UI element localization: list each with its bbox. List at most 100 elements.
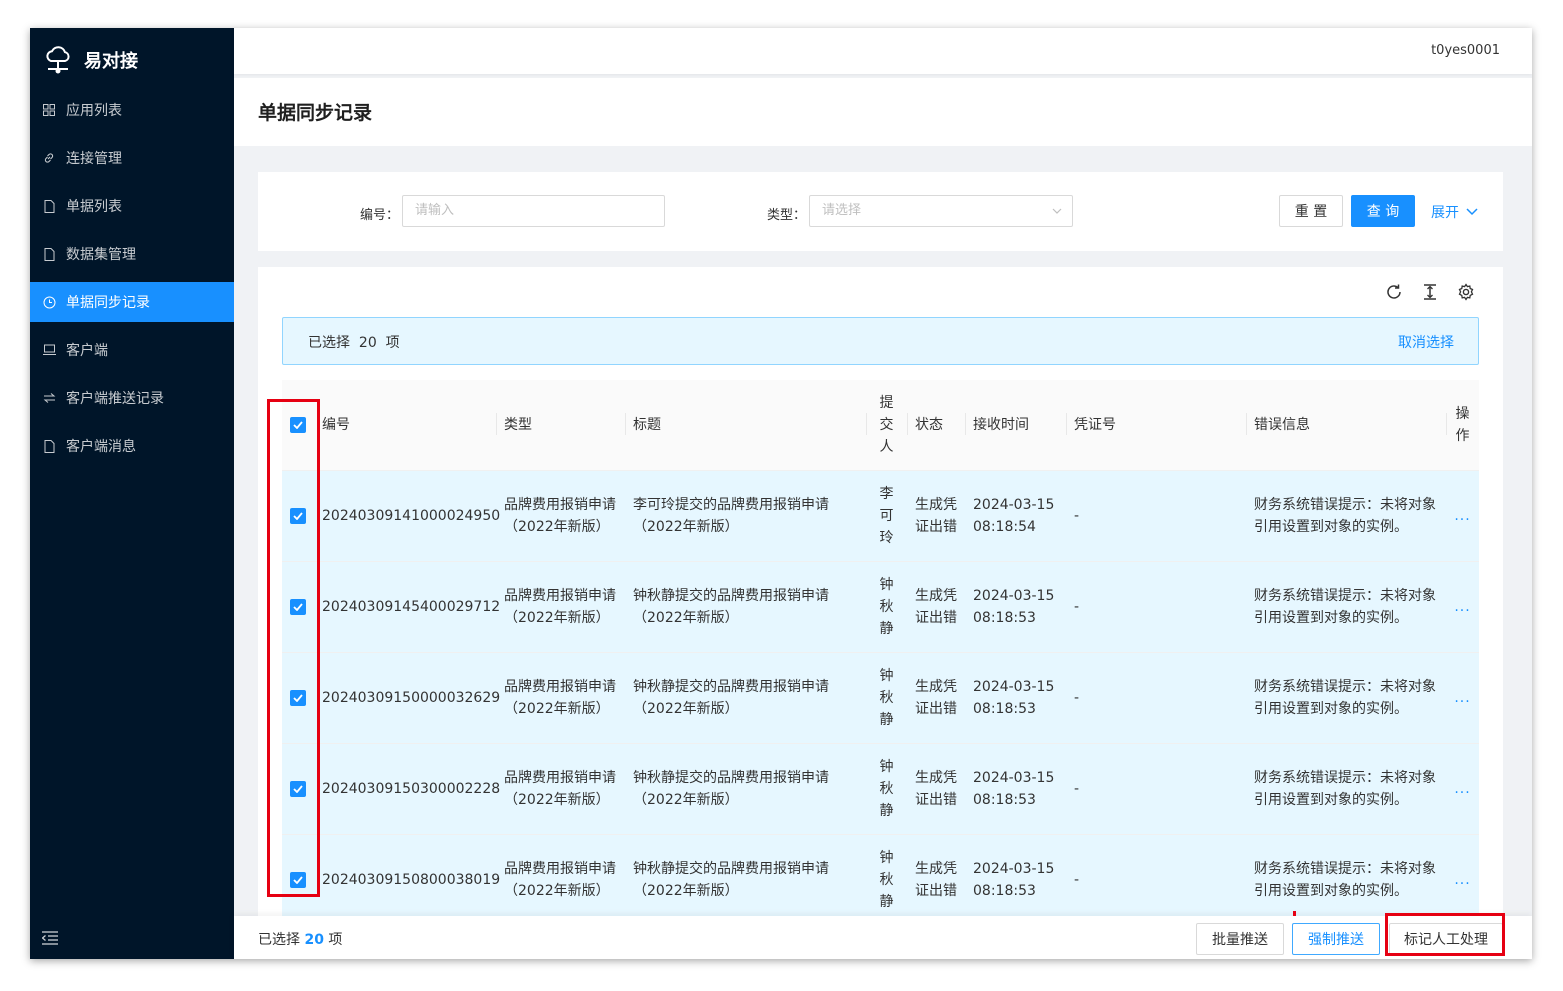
more-actions-icon[interactable]: ... (1454, 872, 1470, 888)
type-select[interactable]: 请选择 (809, 195, 1073, 227)
app-window: 易对接 应用列表 连接管理 单据列表 数据集管理 单据同步记录 客户端 客户端推… (30, 28, 1532, 959)
cell-status: 生成凭 证出错 (907, 743, 965, 835)
col-received[interactable]: 接收时间 (965, 380, 1066, 471)
cell-status: 生成凭 证出错 (907, 561, 965, 653)
code-input-placeholder: 请输入 (415, 203, 455, 218)
query-button[interactable]: 查 询 (1351, 195, 1415, 227)
cell-voucher: - (1066, 834, 1246, 926)
batch-push-button[interactable]: 批量推送 (1196, 923, 1284, 955)
sync-records-table: 编号 类型 标题 提交人 状态 接收时间 凭证号 错误信息 操作 2024030… (282, 380, 1479, 926)
cell-title: 李可玲提交的品牌费用报销申请 （2022年新版） (625, 470, 866, 562)
type-label: 类型： (767, 208, 807, 223)
selection-alert: 已选择 20 项 取消选择 (282, 317, 1479, 365)
sidebar-item-label: 应用列表 (66, 103, 122, 119)
cell-title: 钟秋静提交的品牌费用报销申请 （2022年新版） (625, 561, 866, 653)
table-toolbar (1385, 283, 1475, 301)
table-row[interactable]: 20240309150800038019 品牌费用报销申请 （2022年新版） 钟秋静… (282, 834, 1479, 926)
app-logo[interactable]: 易对接 (44, 44, 138, 76)
file-icon (42, 247, 56, 261)
reload-icon[interactable] (1385, 283, 1403, 301)
sidebar-item-label: 单据列表 (66, 199, 122, 215)
col-code[interactable]: 编号 (318, 380, 496, 471)
cell-voucher: - (1066, 743, 1246, 835)
cell-error: 财务系统错误提示：未将对象 引用设置到对象的实例。 (1246, 743, 1446, 835)
sidebar-item-label: 单据同步记录 (66, 295, 150, 311)
cell-status: 生成凭 证出错 (907, 652, 965, 744)
sidebar-item-label: 客户端 (66, 343, 108, 359)
table-row[interactable]: 20240309145400029712 品牌费用报销申请 （2022年新版） 钟秋静… (282, 561, 1479, 653)
cell-type: 品牌费用报销申请 （2022年新版） (496, 652, 625, 744)
cell-submitter: 李可玲 (866, 470, 907, 562)
more-actions-icon[interactable]: ... (1454, 599, 1470, 615)
cell-submitter: 钟秋静 (866, 743, 907, 835)
footer-selection-info: 已选择 20 项 (258, 932, 343, 948)
chevron-down-icon (1052, 208, 1062, 214)
code-input[interactable]: 请输入 (402, 195, 665, 227)
submitter-char: 静 (879, 893, 894, 910)
cell-received: 2024-03-15 08:18:53 (965, 834, 1066, 926)
col-voucher[interactable]: 凭证号 (1066, 380, 1246, 471)
swap-icon (42, 391, 56, 405)
cell-type: 品牌费用报销申请 （2022年新版） (496, 561, 625, 653)
file-icon (42, 199, 56, 213)
table-row[interactable]: 20240309150000032629 品牌费用报销申请 （2022年新版） 钟秋静… (282, 652, 1479, 744)
submitter-char: 可 (879, 507, 894, 524)
top-bar: t0yes0001 (234, 28, 1532, 74)
cell-code: 20240309150300002228 (318, 743, 500, 835)
cell-code: 20240309141000024950 (318, 470, 500, 562)
sidebar-menu: 应用列表 连接管理 单据列表 数据集管理 单据同步记录 客户端 客户端推送记录 … (30, 90, 234, 474)
sidebar-item-label: 客户端消息 (66, 439, 136, 455)
grid-icon (42, 103, 56, 117)
reset-button[interactable]: 重 置 (1279, 195, 1343, 227)
settings-icon[interactable] (1457, 283, 1475, 301)
cell-error: 财务系统错误提示：未将对象 引用设置到对象的实例。 (1246, 652, 1446, 744)
clock-icon (42, 295, 56, 309)
col-status[interactable]: 状态 (907, 380, 965, 471)
col-action[interactable]: 操作 (1446, 380, 1479, 471)
page-header: 单据同步记录 (234, 78, 1532, 146)
cell-received: 2024-03-15 08:18:53 (965, 743, 1066, 835)
col-type[interactable]: 类型 (496, 380, 625, 471)
cell-type: 品牌费用报销申请 （2022年新版） (496, 470, 625, 562)
sidebar-item-clients[interactable]: 客户端 (30, 330, 234, 370)
table-row[interactable]: 20240309141000024950 品牌费用报销申请 （2022年新版） 李可玲… (282, 470, 1479, 562)
expand-label: 展开 (1431, 205, 1459, 221)
cell-submitter: 钟秋静 (866, 561, 907, 653)
sidebar-item-app-list[interactable]: 应用列表 (30, 90, 234, 130)
force-push-button[interactable]: 强制推送 (1292, 923, 1380, 955)
sidebar-item-client-push-records[interactable]: 客户端推送记录 (30, 378, 234, 418)
file-icon (42, 439, 56, 453)
more-actions-icon[interactable]: ... (1454, 690, 1470, 706)
more-actions-icon[interactable]: ... (1454, 781, 1470, 797)
sidebar-item-client-messages[interactable]: 客户端消息 (30, 426, 234, 466)
more-actions-icon[interactable]: ... (1454, 508, 1470, 524)
main-content: t0yes0001 单据同步记录 编号： 请输入 类型： 请选择 重 置 查 询… (234, 28, 1532, 959)
cell-error: 财务系统错误提示：未将对象 引用设置到对象的实例。 (1246, 470, 1446, 562)
sidebar-item-connections[interactable]: 连接管理 (30, 138, 234, 178)
highlight-box-checkboxes (267, 399, 320, 897)
user-name[interactable]: t0yes0001 (1431, 43, 1500, 58)
cancel-selection-link[interactable]: 取消选择 (1398, 332, 1454, 352)
col-title[interactable]: 标题 (625, 380, 866, 471)
cell-status: 生成凭 证出错 (907, 470, 965, 562)
column-height-icon[interactable] (1421, 283, 1439, 301)
submitter-char: 李 (879, 485, 894, 502)
menu-collapse-icon[interactable] (42, 931, 58, 945)
cell-type: 品牌费用报销申请 （2022年新版） (496, 743, 625, 835)
laptop-icon (42, 343, 56, 357)
sidebar-item-documents[interactable]: 单据列表 (30, 186, 234, 226)
footer-toolbar: 已选择 20 项 批量推送 强制推送 标记人工处理 (234, 911, 1532, 959)
col-error[interactable]: 错误信息 (1246, 380, 1446, 471)
submitter-char: 玲 (879, 529, 894, 546)
col-submitter[interactable]: 提交人 (866, 380, 907, 471)
cell-voucher: - (1066, 470, 1246, 562)
search-form: 编号： 请输入 类型： 请选择 重 置 查 询 展开 (258, 172, 1503, 251)
sidebar-item-sync-records[interactable]: 单据同步记录 (30, 282, 234, 322)
expand-toggle[interactable]: 展开 (1431, 202, 1479, 222)
cloud-network-icon (46, 46, 70, 74)
table-row[interactable]: 20240309150300002228 品牌费用报销申请 （2022年新版） 钟秋静… (282, 743, 1479, 835)
sidebar-item-datasets[interactable]: 数据集管理 (30, 234, 234, 274)
submitter-char: 静 (879, 802, 894, 819)
app-name: 易对接 (84, 51, 138, 72)
selection-text: 已选择 20 项 (308, 335, 400, 351)
